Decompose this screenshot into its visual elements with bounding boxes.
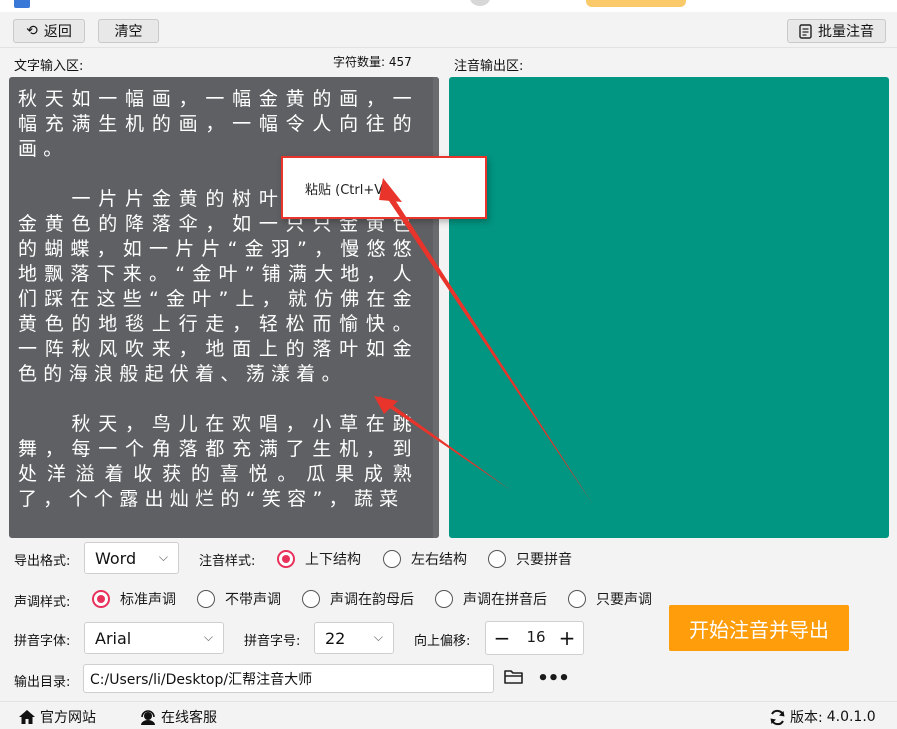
offset-up-stepper: − 16 +: [485, 621, 584, 655]
pinyin-size-select[interactable]: 22 ⌵: [314, 622, 394, 654]
output-dir-input[interactable]: C:/Users/li/Desktop/汇帮注音大师: [83, 664, 494, 693]
back-button-label: 返回: [43, 24, 72, 40]
chevron-down-icon: ⌵: [203, 630, 213, 644]
official-website-label: 官方网站: [40, 710, 96, 726]
pinyin-size-value: 22: [325, 628, 346, 648]
annotation-output-area[interactable]: [449, 77, 889, 538]
radio-label: 上下结构: [305, 552, 361, 568]
radio-label: 标准声调: [120, 592, 176, 608]
back-button[interactable]: ⟲ 返回: [13, 19, 85, 43]
radio-label: 左右结构: [411, 552, 467, 568]
tone-style-label: 声调样式:: [14, 595, 71, 610]
radio-unselected-icon: [568, 590, 586, 608]
refresh-icon: [770, 709, 785, 725]
radio-unselected-icon: [302, 590, 320, 608]
radio-label: 只要声调: [596, 592, 652, 608]
increment-button[interactable]: +: [555, 625, 579, 651]
annotation-style-option-tb[interactable]: 上下结构: [277, 549, 361, 569]
undo-arrow-icon: ⟲: [26, 23, 38, 39]
char-count-value: 457: [388, 55, 412, 69]
ellipsis-icon: •••: [537, 667, 570, 689]
clear-button[interactable]: 清空: [98, 19, 159, 43]
pinyin-size-label: 拼音字号:: [244, 634, 301, 649]
online-support-label: 在线客服: [161, 710, 217, 726]
radio-label: 不带声调: [225, 592, 281, 608]
radio-label: 只要拼音: [516, 552, 572, 568]
batch-annotate-label: 批量注音: [818, 24, 874, 40]
toolbar: ⟲ 返回 清空 批量注音: [0, 12, 897, 48]
radio-unselected-icon: [488, 550, 506, 568]
clear-button-label: 清空: [114, 24, 143, 40]
folder-icon: [504, 670, 523, 684]
title-bar: [0, 0, 897, 12]
radio-selected-icon: [277, 550, 295, 568]
title-bar-orange-button[interactable]: [586, 0, 686, 7]
version-label: 版本:: [790, 710, 823, 726]
char-count: 字符数量: 457: [333, 53, 412, 70]
annotation-style-label: 注音样式:: [199, 554, 256, 569]
start-annotate-export-button[interactable]: 开始注音并导出: [669, 605, 849, 651]
tone-style-option-after-pinyin[interactable]: 声调在拼音后: [435, 589, 547, 609]
char-count-label: 字符数量:: [333, 55, 386, 69]
export-format-select[interactable]: Word ⌵: [84, 542, 179, 574]
export-format-label: 导出格式:: [14, 554, 71, 569]
browse-folder-button[interactable]: [503, 668, 525, 688]
more-options-button[interactable]: •••: [537, 668, 570, 689]
paste-menu-item[interactable]: 粘贴 (Ctrl+V): [305, 179, 388, 198]
input-scrollbar[interactable]: [433, 77, 439, 538]
version-value: 4.0.1.0: [826, 709, 876, 725]
status-bar: 官方网站 在线客服 版本: 4.0.1.0: [0, 701, 897, 729]
output-section-label: 注音输出区:: [454, 59, 524, 74]
tone-style-option-after-final[interactable]: 声调在韵母后: [302, 589, 414, 609]
output-dir-label: 输出目录:: [14, 675, 71, 690]
app-logo-icon: [14, 0, 30, 8]
chevron-down-icon: ⌵: [373, 630, 383, 644]
offset-up-label: 向上偏移:: [414, 634, 471, 649]
annotation-style-option-lr[interactable]: 左右结构: [383, 549, 467, 569]
batch-annotate-button[interactable]: 批量注音: [787, 19, 886, 43]
chevron-down-icon: ⌵: [158, 550, 168, 564]
pinyin-font-select[interactable]: Arial ⌵: [84, 622, 224, 654]
text-input-area[interactable]: 秋天如一幅画，一幅金黄的画，一幅充满生机的画，一幅令人向往的画。 一片片金黄的树…: [9, 77, 439, 538]
official-website-link[interactable]: 官方网站: [18, 707, 96, 727]
input-section-label: 文字输入区:: [14, 59, 84, 74]
input-text[interactable]: 秋天如一幅画，一幅金黄的画，一幅充满生机的画，一幅令人向往的画。 一片片金黄的树…: [18, 87, 418, 512]
decrement-button[interactable]: −: [490, 625, 514, 651]
title-bar-round-control[interactable]: [470, 0, 490, 6]
radio-unselected-icon: [197, 590, 215, 608]
radio-label: 声调在拼音后: [463, 592, 547, 608]
tone-style-option-standard[interactable]: 标准声调: [92, 589, 176, 609]
pinyin-font-value: Arial: [95, 628, 132, 648]
headset-icon: [141, 709, 155, 725]
offset-up-value[interactable]: 16: [516, 628, 556, 646]
export-format-value: Word: [95, 548, 137, 568]
radio-selected-icon: [92, 590, 110, 608]
radio-unselected-icon: [383, 550, 401, 568]
radio-label: 声调在韵母后: [330, 592, 414, 608]
document-icon: [799, 23, 812, 39]
radio-unselected-icon: [435, 590, 453, 608]
home-icon: [19, 710, 35, 724]
context-menu: 粘贴 (Ctrl+V): [281, 156, 487, 219]
annotation-style-option-pinyin[interactable]: 只要拼音: [488, 549, 572, 569]
tone-style-option-tone-only[interactable]: 只要声调: [568, 589, 652, 609]
tone-style-option-none[interactable]: 不带声调: [197, 589, 281, 609]
online-support-link[interactable]: 在线客服: [139, 707, 217, 727]
output-dir-value: C:/Users/li/Desktop/汇帮注音大师: [90, 671, 313, 688]
pinyin-font-label: 拼音字体:: [14, 634, 71, 649]
version-info: 版本: 4.0.1.0: [769, 707, 876, 727]
